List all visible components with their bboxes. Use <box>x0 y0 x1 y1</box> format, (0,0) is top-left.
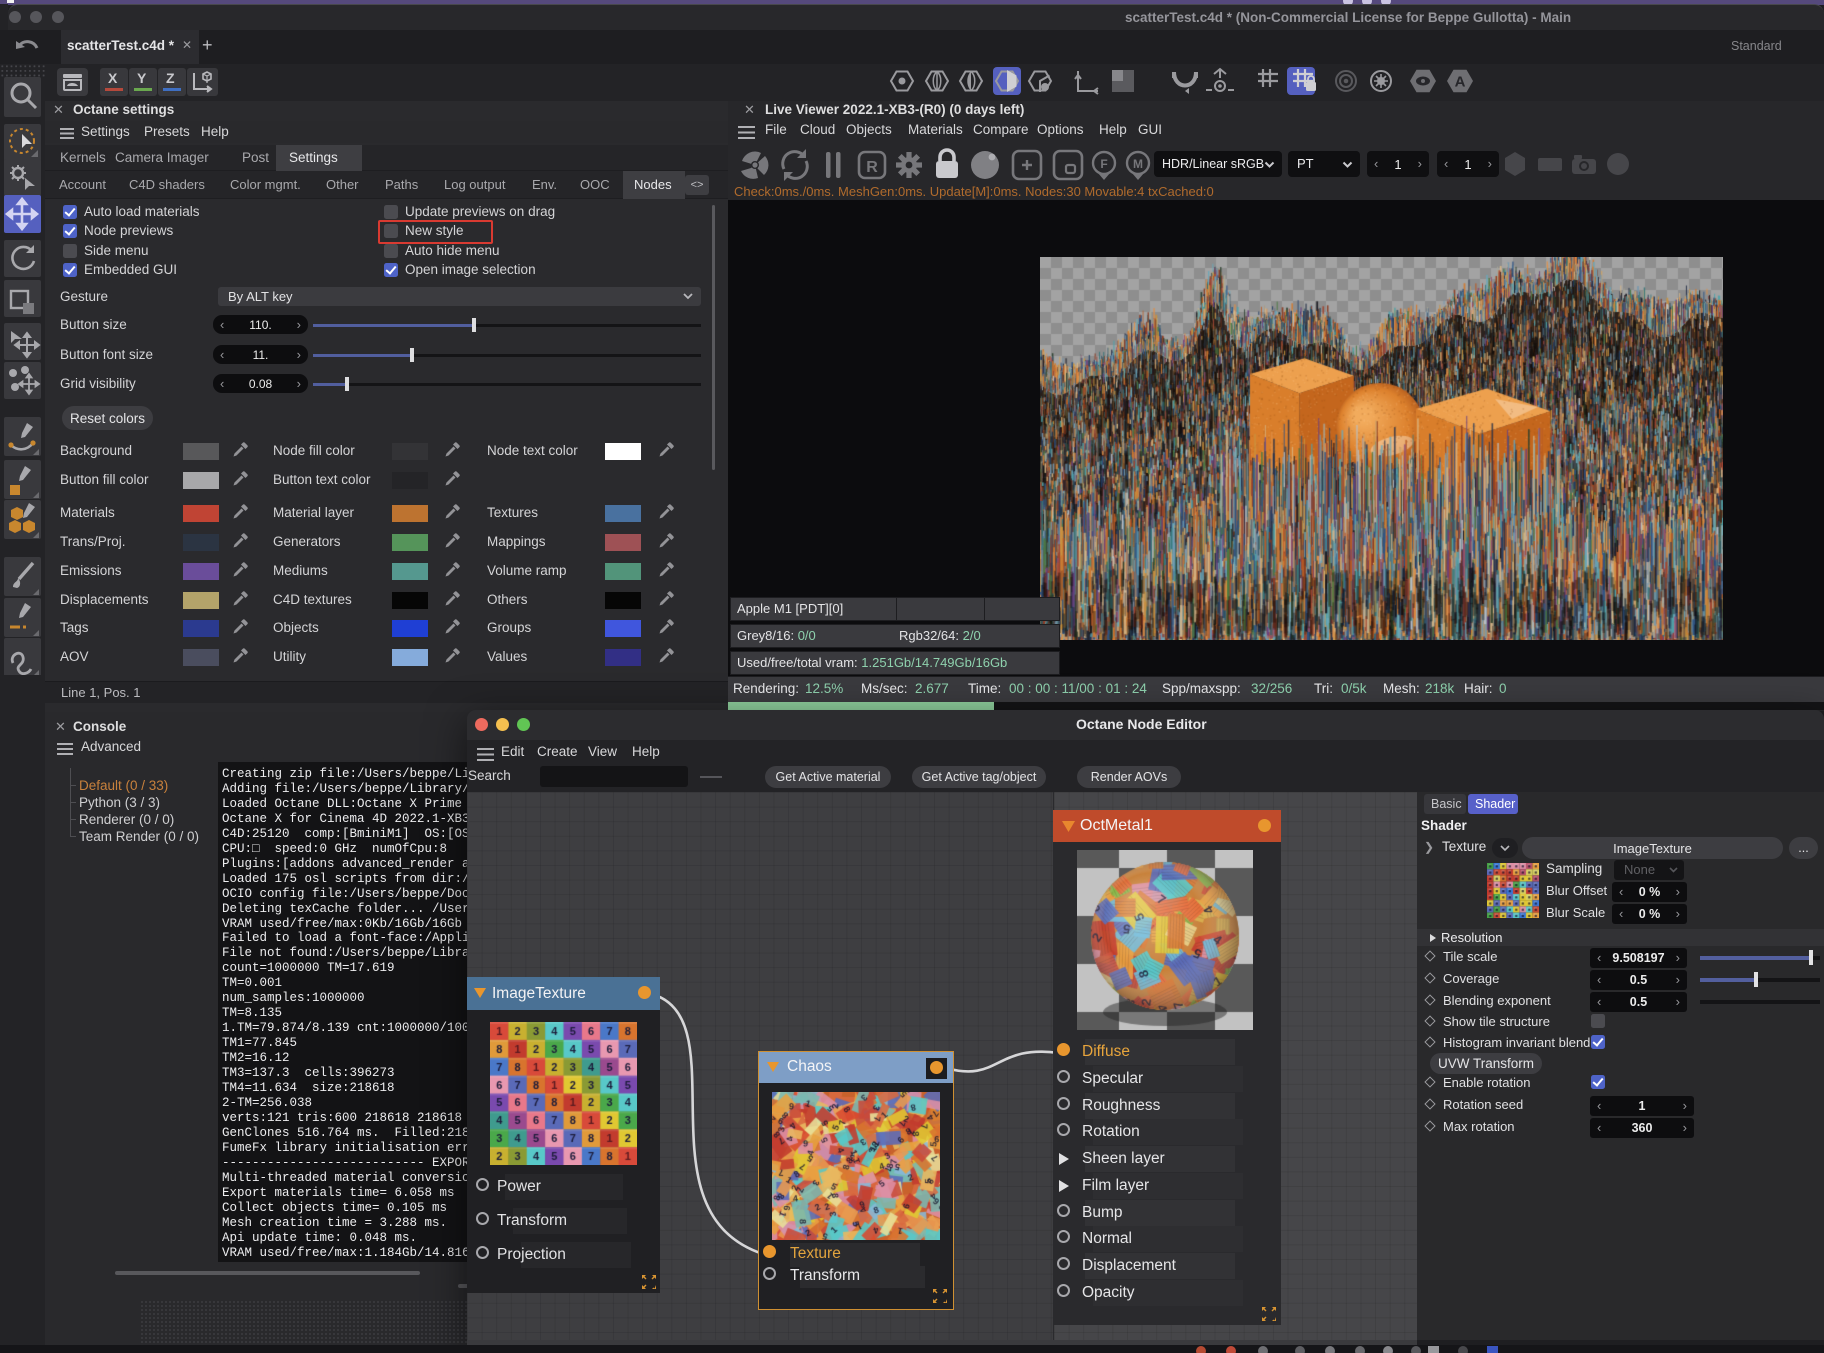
svg-text:A: A <box>1455 74 1466 91</box>
svg-text:R: R <box>866 159 878 176</box>
svg-text:M: M <box>1133 157 1143 171</box>
svg-text:F: F <box>1100 157 1107 171</box>
